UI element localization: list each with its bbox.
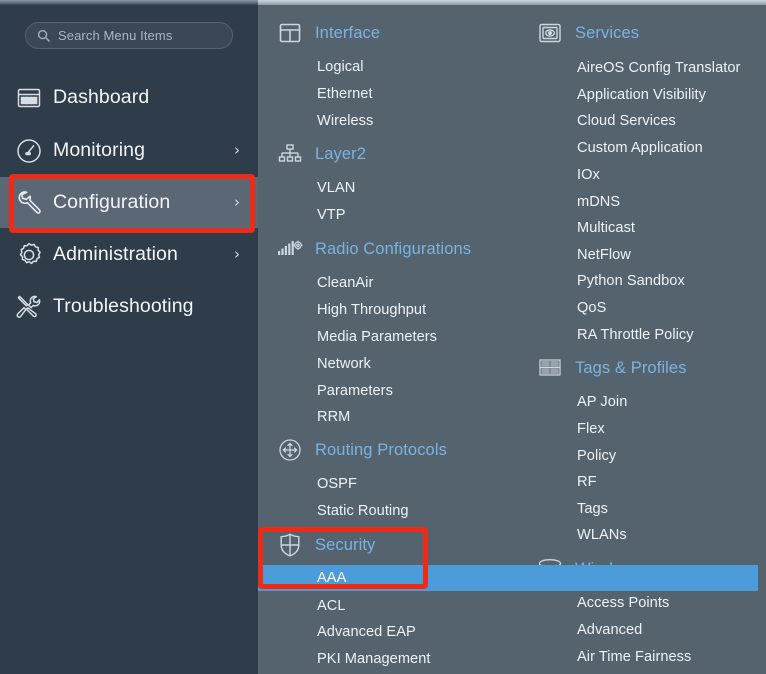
menu-item-iox[interactable]: IOx xyxy=(518,162,766,188)
search-input[interactable]: Search Menu Items xyxy=(25,22,233,49)
menu-item-acl[interactable]: ACL xyxy=(258,593,518,619)
sidebar-item-label: Configuration xyxy=(53,191,170,214)
menu-item-python-sandbox[interactable]: Python Sandbox xyxy=(518,268,766,294)
group-title: Security xyxy=(315,536,375,555)
services-icon xyxy=(536,19,564,47)
group-title: Tags & Profiles xyxy=(575,359,687,378)
menu-item-ospf[interactable]: OSPF xyxy=(258,471,518,497)
menu-item-advanced[interactable]: Advanced xyxy=(518,617,766,643)
group-routing-protocols[interactable]: Routing Protocols xyxy=(258,435,518,465)
menu-item-multicast[interactable]: Multicast xyxy=(518,215,766,241)
cisco-wlc-menu-screenshot: Interface Logical Ethernet Wireless xyxy=(0,0,766,674)
search-placeholder: Search Menu Items xyxy=(58,28,172,43)
menu-item-wlans[interactable]: WLANs xyxy=(518,522,766,548)
group-layer2[interactable]: Layer2 xyxy=(258,139,518,169)
menu-item-tags[interactable]: Tags xyxy=(518,496,766,522)
troubleshooting-icon xyxy=(14,292,44,322)
menu-item-cloud-services[interactable]: Cloud Services xyxy=(518,108,766,134)
menu-item-access-points[interactable]: Access Points xyxy=(518,590,766,616)
group-title: Layer2 xyxy=(315,145,366,164)
monitoring-icon xyxy=(14,136,44,166)
sidebar-item-administration[interactable]: Administration › xyxy=(0,229,258,280)
group-title: Services xyxy=(575,24,639,43)
configuration-flyout-panel: Interface Logical Ethernet Wireless xyxy=(258,0,766,674)
sidebar-item-label: Dashboard xyxy=(53,86,149,109)
menu-item-netflow[interactable]: NetFlow xyxy=(518,242,766,268)
menu-item-media-parameters[interactable]: Media Parameters xyxy=(258,324,518,350)
menu-item-flex[interactable]: Flex xyxy=(518,416,766,442)
main-sidebar: Search Menu Items Dashboard xyxy=(0,0,258,674)
group-radio-configurations[interactable]: Radio Configurations xyxy=(258,234,518,264)
group-tags-profiles[interactable]: Tags & Profiles xyxy=(518,353,766,383)
radio-icon xyxy=(276,235,304,263)
menu-item-vlan[interactable]: VLAN xyxy=(258,175,518,201)
menu-item-ethernet[interactable]: Ethernet xyxy=(258,81,518,107)
menu-item-static-routing[interactable]: Static Routing xyxy=(258,498,518,524)
menu-item-network[interactable]: Network xyxy=(258,351,518,377)
chevron-right-icon: › xyxy=(234,143,240,158)
tags-profiles-icon xyxy=(536,354,564,382)
gear-icon xyxy=(14,240,44,270)
menu-item-pki-management[interactable]: PKI Management xyxy=(258,646,518,672)
selection-highlight-bar xyxy=(258,565,508,591)
sidebar-item-monitoring[interactable]: Monitoring › xyxy=(0,125,258,176)
group-services[interactable]: Services xyxy=(518,18,766,48)
menu-item-mdns[interactable]: mDNS xyxy=(518,189,766,215)
menu-item-rrm[interactable]: RRM xyxy=(258,404,518,430)
chevron-right-icon: › xyxy=(234,247,240,262)
menu-item-advanced-eap[interactable]: Advanced EAP xyxy=(258,619,518,645)
window-top-edge-left xyxy=(0,0,258,5)
search-icon xyxy=(37,29,50,42)
interface-icon xyxy=(276,19,304,47)
menu-item-cleanair[interactable]: CleanAir xyxy=(258,270,518,296)
sidebar-item-configuration[interactable]: Configuration › xyxy=(0,177,258,228)
group-security[interactable]: Security xyxy=(258,530,518,560)
sidebar-item-dashboard[interactable]: Dashboard xyxy=(0,72,258,123)
menu-item-high-throughput[interactable]: High Throughput xyxy=(258,297,518,323)
sidebar-item-troubleshooting[interactable]: Troubleshooting xyxy=(0,281,258,332)
menu-item-ap-join[interactable]: AP Join xyxy=(518,389,766,415)
layer2-icon xyxy=(276,140,304,168)
menu-item-custom-application[interactable]: Custom Application xyxy=(518,135,766,161)
group-title: Routing Protocols xyxy=(315,441,447,460)
menu-item-aireos-config-translator[interactable]: AireOS Config Translator xyxy=(518,55,766,81)
menu-item-rf[interactable]: RF xyxy=(518,469,766,495)
menu-item-ra-throttle-policy[interactable]: RA Throttle Policy xyxy=(518,322,766,348)
group-title: Interface xyxy=(315,24,380,43)
group-title: Radio Configurations xyxy=(315,240,471,259)
menu-item-air-time-fairness[interactable]: Air Time Fairness xyxy=(518,644,766,670)
menu-item-logical[interactable]: Logical xyxy=(258,54,518,80)
menu-item-vtp[interactable]: VTP xyxy=(258,202,518,228)
group-interface[interactable]: Interface xyxy=(258,18,518,48)
menu-item-parameters[interactable]: Parameters xyxy=(258,378,518,404)
menu-item-application-visibility[interactable]: Application Visibility xyxy=(518,82,766,108)
dashboard-icon xyxy=(14,83,44,113)
sidebar-item-label: Monitoring xyxy=(53,139,145,162)
menu-item-qos[interactable]: QoS xyxy=(518,295,766,321)
routing-icon xyxy=(276,436,304,464)
menu-item-policy[interactable]: Policy xyxy=(518,443,766,469)
sidebar-item-label: Troubleshooting xyxy=(53,295,194,318)
wrench-icon xyxy=(14,188,44,218)
chevron-right-icon: › xyxy=(234,195,240,210)
selection-highlight-bar-extension xyxy=(508,565,758,591)
shield-icon xyxy=(276,531,304,559)
menu-item-wireless[interactable]: Wireless xyxy=(258,108,518,134)
sidebar-item-label: Administration xyxy=(53,243,178,266)
menu-item-aaa[interactable]: AAA xyxy=(258,565,518,591)
